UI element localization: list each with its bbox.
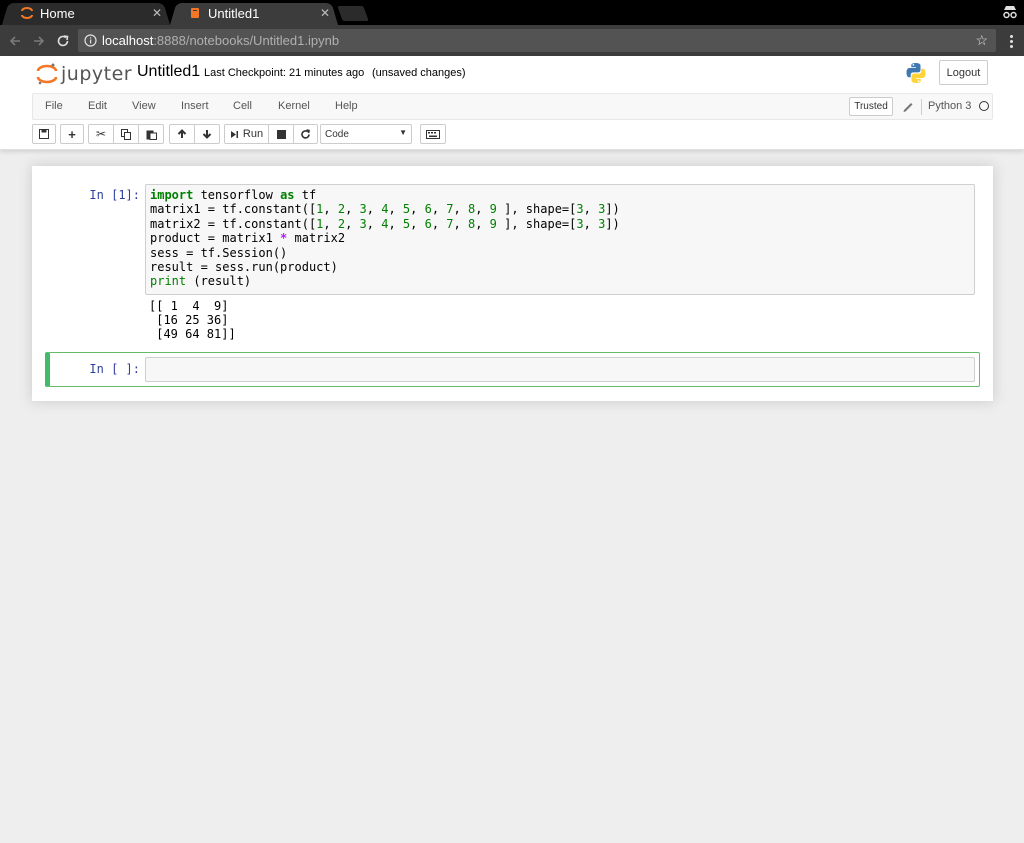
code-line: import tensorflow as tf xyxy=(150,188,317,202)
menu-file[interactable]: File xyxy=(45,100,63,112)
output-line: [49 64 81]] xyxy=(149,327,236,341)
input-prompt: In [ ]: xyxy=(89,362,140,376)
forward-arrow-icon[interactable] xyxy=(30,32,48,50)
selected-code-cell[interactable]: In [ ]: xyxy=(45,352,980,387)
keyboard-icon xyxy=(426,129,440,139)
logout-button[interactable]: Logout xyxy=(939,60,988,85)
plus-icon: + xyxy=(68,126,76,142)
interrupt-button[interactable] xyxy=(268,124,294,144)
incognito-icon xyxy=(1002,3,1018,21)
kernel-divider xyxy=(921,99,922,115)
move-down-button[interactable] xyxy=(194,124,220,144)
notebook-title[interactable]: Untitled1 xyxy=(137,63,200,81)
kernel-name[interactable]: Python 3 xyxy=(928,100,971,112)
info-icon[interactable] xyxy=(84,34,97,47)
cell-type-value: Code xyxy=(325,128,349,140)
output-line: [16 25 36] xyxy=(149,313,229,327)
save-icon xyxy=(39,129,49,139)
cell-type-select[interactable]: Code ▼ xyxy=(320,124,412,144)
paste-icon xyxy=(146,130,157,140)
jupyter-header: jupyter Untitled1 Last Checkpoint: 21 mi… xyxy=(0,56,1024,150)
back-arrow-icon[interactable] xyxy=(6,32,24,50)
code-line: print (result) xyxy=(150,274,252,289)
scissors-icon: ✂ xyxy=(95,127,107,141)
tab-untitled1-label: Untitled1 xyxy=(208,5,260,21)
paste-button[interactable] xyxy=(138,124,164,144)
cell-output: [[ 1 4 9] [16 25 36] [49 64 81]] xyxy=(149,299,236,341)
menu-cell[interactable]: Cell xyxy=(233,100,252,112)
browser-menu-icon[interactable] xyxy=(1004,32,1018,50)
menu-view[interactable]: View xyxy=(132,100,156,112)
edit-mode-pencil-icon xyxy=(902,99,914,113)
jupyter-logo-text: jupyter xyxy=(61,63,133,85)
menu-edit[interactable]: Edit xyxy=(88,100,107,112)
code-line: matrix1 = tf.constant([1, 2, 3, 4, 5, 6,… xyxy=(150,202,620,217)
menu-insert[interactable]: Insert xyxy=(181,100,209,112)
trusted-button[interactable]: Trusted xyxy=(849,97,893,116)
code-line: result = sess.run(product) xyxy=(150,260,338,275)
autosave-status: (unsaved changes) xyxy=(372,67,466,79)
code-line: sess = tf.Session() xyxy=(150,245,288,260)
jupyter-logo-icon xyxy=(36,63,58,85)
address-bar[interactable]: localhost:8888/notebooks/Untitled1.ipynb… xyxy=(78,29,996,52)
command-palette-button[interactable] xyxy=(420,124,446,144)
browser-toolbar: localhost:8888/notebooks/Untitled1.ipynb… xyxy=(0,25,1024,56)
tab-home[interactable]: Home ✕ xyxy=(2,1,170,25)
restart-icon xyxy=(301,128,310,139)
code-cell-input[interactable]: import tensorflow as tf matrix1 = tf.con… xyxy=(145,184,975,295)
jupyter-logo[interactable]: jupyter xyxy=(36,62,132,86)
copy-button[interactable] xyxy=(113,124,139,144)
output-line: [[ 1 4 9] xyxy=(149,299,229,313)
new-tab-button[interactable] xyxy=(337,6,369,21)
close-icon[interactable]: ✕ xyxy=(320,6,330,20)
notebook-favicon-icon xyxy=(188,6,202,20)
tab-untitled1[interactable]: Untitled1 ✕ xyxy=(170,1,338,25)
input-prompt: In [1]: xyxy=(89,188,140,202)
copy-icon xyxy=(120,128,131,140)
run-button[interactable]: Run xyxy=(224,124,269,144)
arrow-down-icon xyxy=(202,130,212,139)
notebook-menubar: File Edit View Insert Cell Kernel Help T… xyxy=(32,93,993,120)
save-button[interactable] xyxy=(32,124,56,144)
arrow-up-icon xyxy=(177,129,187,138)
browser-tab-bar: Home ✕ Untitled1 ✕ xyxy=(0,0,1024,25)
close-icon[interactable]: ✕ xyxy=(152,6,162,20)
stop-icon xyxy=(276,129,286,139)
step-forward-icon xyxy=(230,130,238,138)
url-path: :8888/notebooks/Untitled1.ipynb xyxy=(153,33,340,48)
empty-code-cell-input[interactable] xyxy=(145,357,975,382)
chevron-down-icon: ▼ xyxy=(399,128,407,137)
restart-button[interactable] xyxy=(293,124,318,144)
bookmark-star-icon[interactable]: ☆ xyxy=(975,32,988,49)
insert-cell-button[interactable]: + xyxy=(60,124,84,144)
url-host: localhost xyxy=(102,33,154,48)
code-line: product = matrix1 * matrix2 xyxy=(150,231,346,246)
python-logo-icon xyxy=(904,61,928,85)
code-line: matrix2 = tf.constant([1, 2, 3, 4, 5, 6,… xyxy=(150,216,620,231)
move-up-button[interactable] xyxy=(169,124,195,144)
menu-help[interactable]: Help xyxy=(335,100,358,112)
run-label: Run xyxy=(242,128,264,140)
cut-button[interactable]: ✂ xyxy=(88,124,114,144)
notebook-container: In [1]: import tensorflow as tf matrix1 … xyxy=(32,166,993,401)
menu-kernel[interactable]: Kernel xyxy=(278,100,310,112)
jupyter-favicon-icon xyxy=(20,6,34,20)
checkpoint-status: Last Checkpoint: 21 minutes ago xyxy=(204,67,365,79)
reload-icon[interactable] xyxy=(54,32,72,50)
kernel-idle-indicator-icon xyxy=(979,101,989,111)
tab-home-label: Home xyxy=(40,5,75,21)
